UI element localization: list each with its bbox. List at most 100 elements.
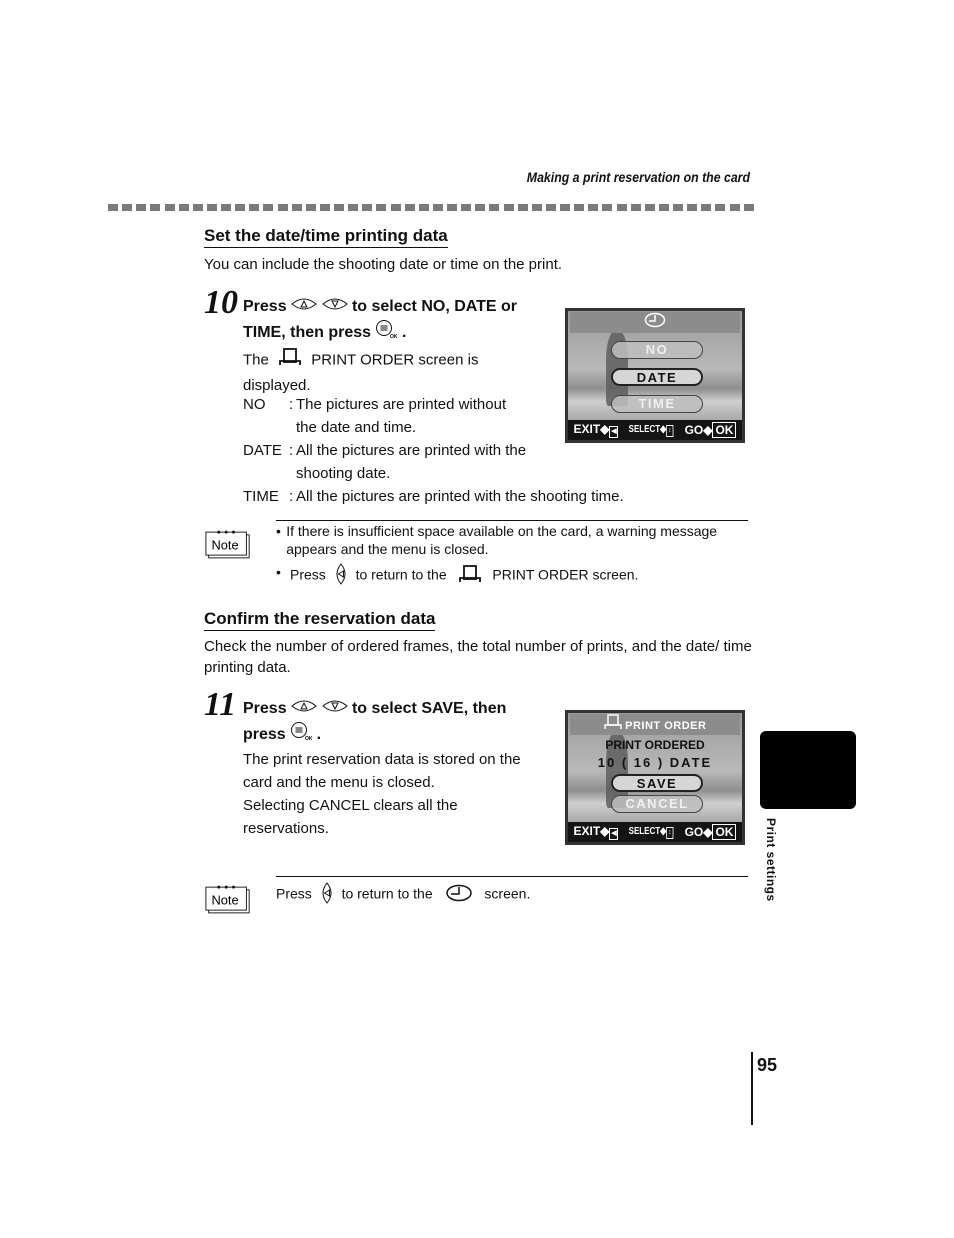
ok-menu-button-icon: OK xyxy=(375,319,398,347)
go-hint: GO◆ OK xyxy=(685,422,737,438)
dash-segment xyxy=(644,204,655,211)
dash-segment xyxy=(517,204,528,211)
dash-segment xyxy=(305,204,316,211)
down-arrow-button-icon xyxy=(321,697,348,721)
svg-text:OK: OK xyxy=(390,334,397,339)
step-text: . xyxy=(401,324,407,342)
dashed-divider xyxy=(108,204,754,211)
step-text: Press xyxy=(243,700,287,718)
left-key-icon: ◀ xyxy=(609,828,619,840)
note-badge: Note xyxy=(205,528,251,567)
svg-text:Note: Note xyxy=(211,893,238,908)
print-order-icon xyxy=(603,714,622,738)
ok-key: OK xyxy=(712,824,737,840)
dash-segment xyxy=(376,204,387,211)
step-text: . xyxy=(316,726,322,744)
dash-segment xyxy=(461,204,472,211)
desc-text: Selecting CANCEL clears all the xyxy=(243,797,458,814)
definition-text: the date and time. xyxy=(296,419,417,436)
dash-segment xyxy=(630,204,641,211)
definition-text: shooting date. xyxy=(296,465,391,482)
lcd-title-bar xyxy=(570,312,740,333)
left-key-icon: ◀ xyxy=(609,426,619,438)
left-arrow-button-icon xyxy=(320,882,334,908)
step-number-11: 11 xyxy=(204,686,237,723)
dash-segment xyxy=(447,204,457,211)
up-down-key-icon: ↕ xyxy=(666,826,674,839)
clock-icon xyxy=(644,312,666,335)
dash-segment xyxy=(432,204,443,211)
desc-text: card and the menu is closed. xyxy=(243,774,435,791)
dash-segment xyxy=(673,204,683,211)
print-ordered-label: PRINT ORDERED xyxy=(605,738,705,752)
dash-segment xyxy=(658,204,669,211)
select-hint: SELECT◆ ↕ xyxy=(629,826,674,839)
ok-key: OK xyxy=(712,422,737,438)
dash-segment xyxy=(390,204,401,211)
lcd-screen-print-order: PRINT ORDER PRINT ORDERED 10 ( 16 ) DATE… xyxy=(565,710,745,845)
definition-colon xyxy=(289,416,296,439)
note-item: • Press to return to the PRINT ORDER scr… xyxy=(276,563,751,589)
desc-text: PRINT ORDER screen is xyxy=(311,351,479,369)
dash-segment xyxy=(560,204,570,211)
dash-segment xyxy=(489,204,500,211)
option-save[interactable]: SAVE xyxy=(611,774,703,792)
step-text: to select NO, DATE or xyxy=(351,298,518,316)
dash-segment xyxy=(574,204,585,211)
print-order-icon xyxy=(279,347,301,374)
lcd-title: PRINT ORDER xyxy=(625,719,707,732)
option-no[interactable]: NO xyxy=(611,341,703,359)
note-rule xyxy=(276,520,748,521)
up-arrow-button-icon xyxy=(291,697,317,721)
definition-colon: : xyxy=(289,488,294,505)
order-summary: 10 ( 16 ) DATE xyxy=(597,755,713,770)
go-hint: GO◆ OK xyxy=(685,824,737,840)
dash-segment xyxy=(221,204,231,211)
dash-segment xyxy=(616,204,627,211)
dash-segment xyxy=(729,204,740,211)
note-rule xyxy=(276,876,748,877)
dash-segment xyxy=(743,204,754,211)
running-header: Making a print reservation on the card xyxy=(526,169,750,185)
step-text: TIME, then press xyxy=(243,324,372,342)
exit-hint: EXIT◆ ◀ xyxy=(573,824,619,840)
dash-segment xyxy=(136,204,147,211)
lcd-footer: EXIT◆ ◀ SELECT◆ ↕ GO◆ OK xyxy=(568,822,742,842)
select-hint: SELECT◆ ↕ xyxy=(629,424,674,437)
dash-segment xyxy=(715,204,726,211)
note-item: • If there is insufficient space availab… xyxy=(276,522,751,558)
note-badge: Note xyxy=(205,883,251,922)
page-number-rule xyxy=(751,1052,753,1125)
option-date[interactable]: DATE xyxy=(611,368,703,386)
option-time[interactable]: TIME xyxy=(611,395,703,413)
ok-menu-button-icon: OK xyxy=(290,721,313,749)
dash-segment xyxy=(164,204,175,211)
note-text: screen. xyxy=(484,885,531,902)
definition-term xyxy=(243,462,289,485)
dash-segment xyxy=(319,204,330,211)
dash-segment xyxy=(235,204,246,211)
desc-text: The print reservation data is stored on … xyxy=(243,751,521,768)
note-text: PRINT ORDER screen. xyxy=(492,566,639,583)
dash-segment xyxy=(249,204,260,211)
step-text: Press xyxy=(243,298,287,316)
definition-term: NO xyxy=(243,396,266,413)
definition-colon xyxy=(289,462,296,485)
note-text: Press xyxy=(290,566,326,583)
up-down-key-icon: ↕ xyxy=(666,424,674,437)
dash-segment xyxy=(687,204,698,211)
desc-text: reservations. xyxy=(243,820,329,837)
note-1-content: • If there is insufficient space availab… xyxy=(276,522,751,589)
definition-colon: : xyxy=(289,442,294,459)
definition-term: TIME xyxy=(243,488,279,505)
dash-segment xyxy=(701,204,712,211)
step-11-description: The print reservation data is stored on … xyxy=(243,748,563,840)
dash-segment xyxy=(334,204,344,211)
note-2-content: Press to return to the screen. xyxy=(276,882,751,908)
option-cancel[interactable]: CANCEL xyxy=(611,795,703,813)
definition-row: TIME: All the pictures are printed with t… xyxy=(243,485,663,508)
down-arrow-button-icon xyxy=(321,295,348,319)
lcd-screen-date-time: NO DATE TIME EXIT◆ ◀ SELECT◆ ↕ GO◆ OK xyxy=(565,308,745,443)
step-text: to select SAVE, then xyxy=(351,700,507,718)
note-text: If there is insufficient space available… xyxy=(286,523,718,557)
